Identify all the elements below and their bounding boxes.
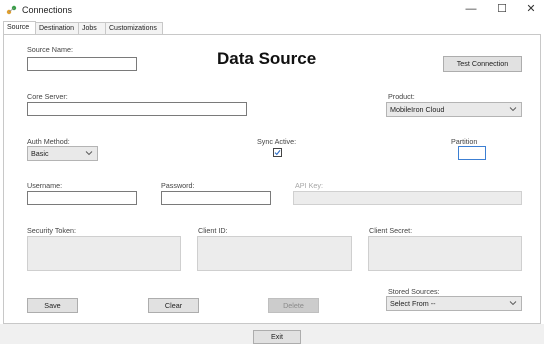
api-key-label: API Key: [295,181,323,190]
window-title: Connections [22,5,73,15]
stored-sources-label: Stored Sources: [388,287,440,296]
core-server-input[interactable] [27,102,247,116]
chevron-down-icon [509,107,517,112]
stored-sources-selected-value: Select From -- [390,299,436,308]
password-input[interactable] [161,191,271,205]
product-select[interactable]: MobileIron Cloud [386,102,522,117]
client-secret-textarea[interactable] [368,236,522,271]
chevron-down-icon [85,151,93,156]
stored-sources-select[interactable]: Select From -- [386,296,522,311]
security-token-textarea[interactable] [27,236,181,271]
minimize-button[interactable]: — [456,0,486,20]
partition-label: Partition [451,137,478,146]
tab-source[interactable]: Source [3,21,36,34]
source-tab-panel [3,34,541,324]
tab-destination[interactable]: Destination [35,22,79,34]
save-button[interactable]: Save [27,298,78,313]
chevron-down-icon [509,301,517,306]
client-id-textarea[interactable] [197,236,352,271]
core-server-label: Core Server: [27,92,68,101]
clear-button[interactable]: Clear [148,298,199,313]
exit-button[interactable]: Exit [253,330,301,344]
security-token-label: Security Token: [27,226,77,235]
product-selected-value: MobileIron Cloud [390,105,445,114]
close-button[interactable]: ✕ [516,0,544,20]
source-name-label: Source Name: [27,45,73,54]
auth-method-selected-value: Basic [31,149,49,158]
username-label: Username: [27,181,63,190]
password-label: Password: [161,181,195,190]
auth-method-label: Auth Method: [27,137,70,146]
test-connection-button[interactable]: Test Connection [443,56,522,72]
client-id-label: Client ID: [198,226,228,235]
sync-active-checkbox[interactable] [273,148,282,157]
checkmark-icon [274,150,281,156]
delete-button[interactable]: Delete [268,298,319,313]
product-label: Product: [388,92,415,101]
api-key-input[interactable] [293,191,522,205]
auth-method-select[interactable]: Basic [27,146,98,161]
maximize-button[interactable]: ☐ [487,0,517,20]
partition-input[interactable] [458,146,486,160]
sync-active-label: Sync Active: [257,137,297,146]
connections-app-icon [6,5,17,15]
tab-customizations[interactable]: Customizations [105,22,163,34]
source-name-input[interactable] [27,57,137,71]
username-input[interactable] [27,191,137,205]
client-secret-label: Client Secret: [369,226,413,235]
tab-jobs[interactable]: Jobs [78,22,106,34]
page-title: Data Source [217,49,317,68]
